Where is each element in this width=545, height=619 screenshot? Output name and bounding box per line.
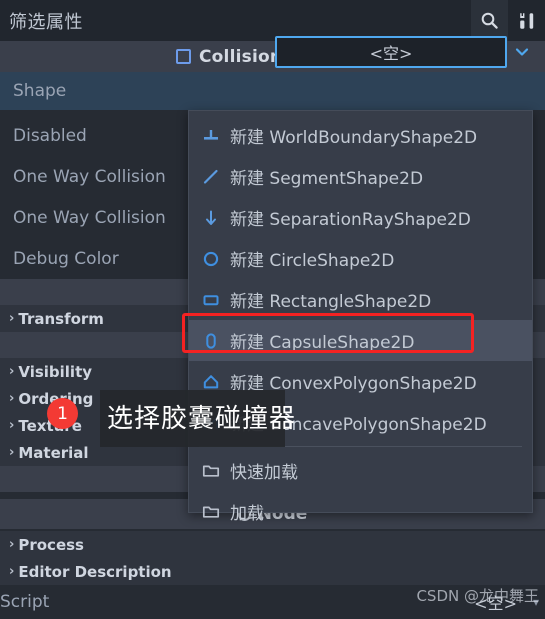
chevron-right-icon: › <box>9 418 15 433</box>
menu-item-world-boundary-shape-2d[interactable]: 新建 WorldBoundaryShape2D <box>189 115 532 156</box>
chevron-down-icon <box>515 48 529 56</box>
annotation-highlight-box <box>182 313 474 353</box>
menu-item-label: 加载 <box>230 504 264 524</box>
chevron-right-icon: › <box>9 537 15 552</box>
panel-title: 筛选属性 <box>9 11 83 33</box>
segment-shape-icon <box>201 167 221 187</box>
shape-dropdown-menu[interactable]: 新建 WorldBoundaryShape2D 新建 SegmentShape2… <box>188 110 533 524</box>
section-label-editor-description: Editor Description <box>18 562 172 581</box>
collision-shape-2d-icon <box>175 49 191 64</box>
chevron-right-icon: › <box>9 445 15 460</box>
annotation-step-badge: 1 <box>47 398 78 429</box>
menu-item-label: 新建 SegmentShape2D <box>230 169 424 189</box>
convex-polygon-shape-icon <box>201 372 221 392</box>
search-button[interactable] <box>471 0 508 41</box>
menu-item-label: 新建 RectangleShape2D <box>230 292 432 312</box>
annotation-tooltip-text: 选择胶囊碰撞器 <box>107 404 297 434</box>
section-editor-description[interactable]: › Editor Description <box>0 558 545 585</box>
tools-icon <box>517 11 537 31</box>
shape-value: <空> <box>369 44 413 63</box>
chevron-right-icon: › <box>9 311 15 326</box>
inspector-window: 筛选属性 CollisionShape2D <box>0 0 545 619</box>
property-row-shape[interactable]: Shape <box>0 72 545 110</box>
section-label-transform: Transform <box>18 309 104 328</box>
menu-item-circle-shape-2d[interactable]: 新建 CircleShape2D <box>189 238 532 279</box>
property-label-one-way-collision: One Way Collision <box>13 166 166 187</box>
menu-item-load[interactable]: 加载 <box>189 491 532 532</box>
titlebar: 筛选属性 <box>0 0 545 41</box>
chevron-right-icon: › <box>9 364 15 379</box>
property-label-one-way-collision-2: One Way Collision <box>13 207 166 228</box>
property-label-debug-color: Debug Color <box>13 248 119 269</box>
folder-icon <box>201 461 221 481</box>
section-process[interactable]: › Process <box>0 531 545 558</box>
menu-item-label: 快速加载 <box>230 463 298 483</box>
shape-value-field[interactable]: <空> <box>275 36 507 68</box>
property-label-shape: Shape <box>13 81 67 101</box>
tools-button[interactable] <box>508 0 545 41</box>
shape-dropdown-caret[interactable] <box>512 43 532 61</box>
watermark: CSDN @龙中舞王 <box>416 587 539 605</box>
chevron-right-icon: › <box>9 564 15 579</box>
menu-item-quick-load[interactable]: 快速加载 <box>189 450 532 491</box>
section-label-process: Process <box>18 535 84 554</box>
rectangle-shape-icon <box>201 290 221 310</box>
separation-ray-shape-icon <box>201 208 221 228</box>
search-icon <box>480 11 499 30</box>
menu-item-label: 新建 WorldBoundaryShape2D <box>230 128 478 148</box>
menu-item-separation-ray-shape-2d[interactable]: 新建 SeparationRayShape2D <box>189 197 532 238</box>
folder-icon <box>201 502 221 522</box>
chevron-right-icon: › <box>9 391 15 406</box>
property-label-script: Script <box>0 592 50 612</box>
menu-item-label: 新建 SeparationRayShape2D <box>230 210 471 230</box>
section-label-visibility: Visibility <box>18 362 93 381</box>
section-label-material: Material <box>18 443 89 462</box>
world-boundary-shape-icon <box>201 126 221 146</box>
menu-item-segment-shape-2d[interactable]: 新建 SegmentShape2D <box>189 156 532 197</box>
property-label-disabled: Disabled <box>13 125 87 146</box>
menu-item-label: 新建 CircleShape2D <box>230 251 395 271</box>
circle-shape-icon <box>201 249 221 269</box>
